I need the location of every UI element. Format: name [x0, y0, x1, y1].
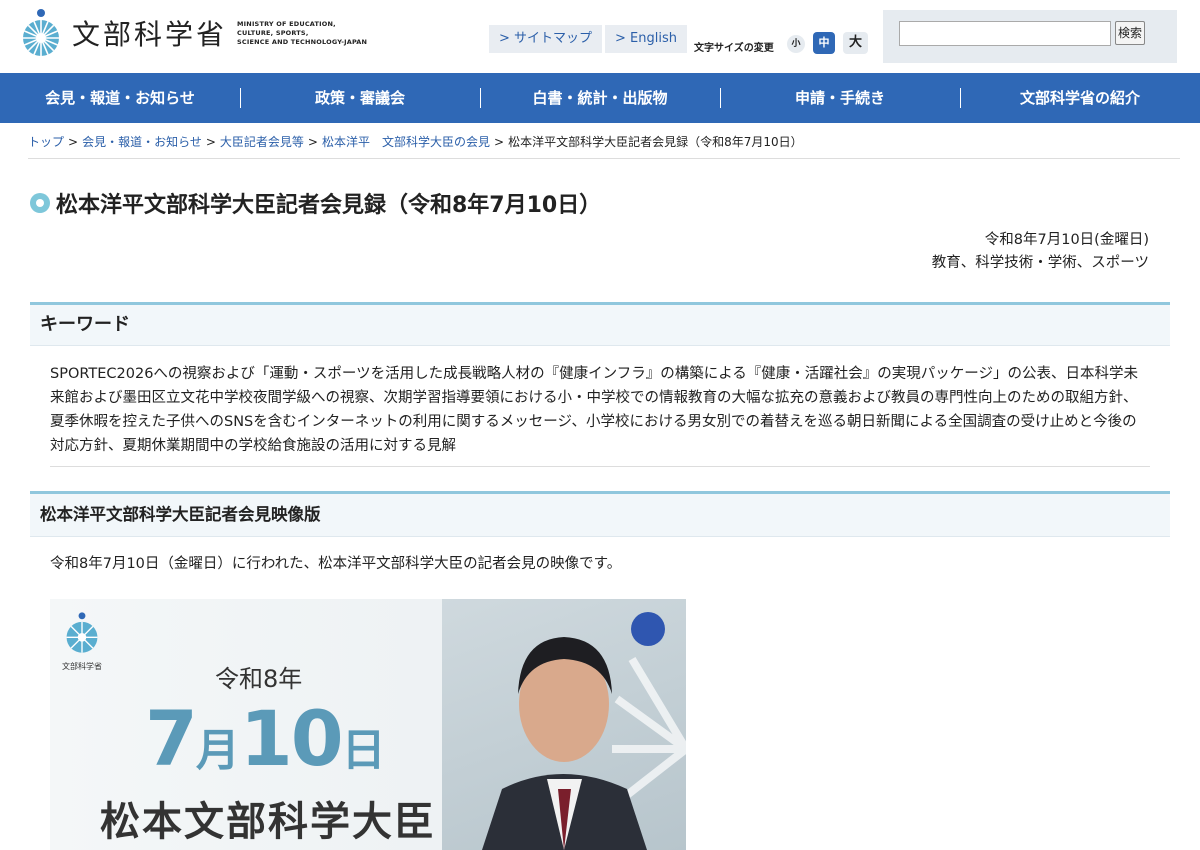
nav-item-about[interactable]: 文部科学省の紹介 — [960, 73, 1200, 123]
page-title: 松本洋平文部科学大臣記者会見録（令和8年7月10日） — [30, 187, 601, 219]
page-meta: 令和8年7月10日(金曜日) 教育、科学技術・学術、スポーツ — [932, 229, 1149, 275]
sitemap-link[interactable]: > サイトマップ — [489, 25, 603, 53]
keywords-text: SPORTEC2026への視察および「運動・スポーツを活用した成長戦略人材の『健… — [50, 366, 1138, 454]
search-area: 検索 — [883, 10, 1177, 63]
thumbnail-year: 令和8年 — [215, 665, 303, 693]
breadcrumb-link-top[interactable]: トップ — [28, 135, 64, 149]
font-size-label: 文字サイズの変更 — [694, 43, 774, 54]
english-link[interactable]: > English — [605, 25, 687, 53]
font-size-small-button[interactable]: 小 — [787, 35, 805, 53]
page-categories: 教育、科学技術・学術、スポーツ — [931, 255, 1149, 271]
thumbnail-logo: 文部科学省 — [62, 611, 102, 672]
mext-emblem-icon — [23, 9, 59, 56]
site-header: 文部科学省 MINISTRY OF EDUCATION, CULTURE, SP… — [0, 0, 1200, 73]
font-size-medium-button[interactable]: 中 — [813, 32, 835, 54]
video-description: 令和8年7月10日（金曜日）に行われた、松本洋平文部科学大臣の記者会見の映像です… — [50, 556, 622, 572]
search-input[interactable] — [899, 21, 1111, 46]
font-size-large-button[interactable]: 大 — [843, 32, 868, 54]
minister-photo — [442, 599, 686, 850]
nav-item-applications[interactable]: 申請・手続き — [720, 73, 960, 123]
thumbnail-minister-name: 松本文部科学大臣 — [100, 799, 436, 845]
breadcrumb: トップ > 会見・報道・お知らせ > 大臣記者会見等 > 松本洋平 文部科学大臣の会見 > 松本… — [28, 135, 803, 149]
site-logo[interactable]: 文部科学省 MINISTRY OF EDUCATION, CULTURE, SP… — [20, 8, 367, 58]
minister-portrait-icon — [482, 612, 686, 850]
video-thumbnail[interactable]: 文部科学省 令和8年 7月10日 松本文部科学大臣 — [50, 599, 686, 850]
global-nav: 会見・報道・お知らせ 政策・審議会 白書・統計・出版物 申請・手続き 文部科学省… — [0, 73, 1200, 123]
nav-item-policy[interactable]: 政策・審議会 — [240, 73, 480, 123]
breadcrumb-link-conferences[interactable]: 大臣記者会見等 — [220, 135, 304, 149]
video-heading: 松本洋平文部科学大臣記者会見映像版 — [30, 491, 1170, 537]
page-date: 令和8年7月10日(金曜日) — [984, 232, 1149, 248]
breadcrumb-link-minister[interactable]: 松本洋平 文部科学大臣の会見 — [322, 135, 490, 149]
logo-name: 文部科学省 — [72, 18, 228, 51]
breadcrumb-link-press[interactable]: 会見・報道・お知らせ — [82, 135, 202, 149]
mext-emblem-icon — [66, 612, 98, 653]
thumbnail-date: 7月10日 — [145, 694, 386, 783]
nav-item-press[interactable]: 会見・報道・お知らせ — [0, 73, 240, 123]
logo-english-name: MINISTRY OF EDUCATION, CULTURE, SPORTS, … — [237, 19, 368, 46]
search-button[interactable]: 検索 — [1115, 21, 1145, 45]
nav-item-publications[interactable]: 白書・統計・出版物 — [480, 73, 720, 123]
breadcrumb-divider — [28, 158, 1180, 159]
breadcrumb-current: 松本洋平文部科学大臣記者会見録（令和8年7月10日） — [508, 135, 803, 149]
keywords-heading: キーワード — [30, 302, 1170, 346]
title-bullet-icon — [30, 193, 50, 213]
keywords-divider — [50, 466, 1150, 467]
